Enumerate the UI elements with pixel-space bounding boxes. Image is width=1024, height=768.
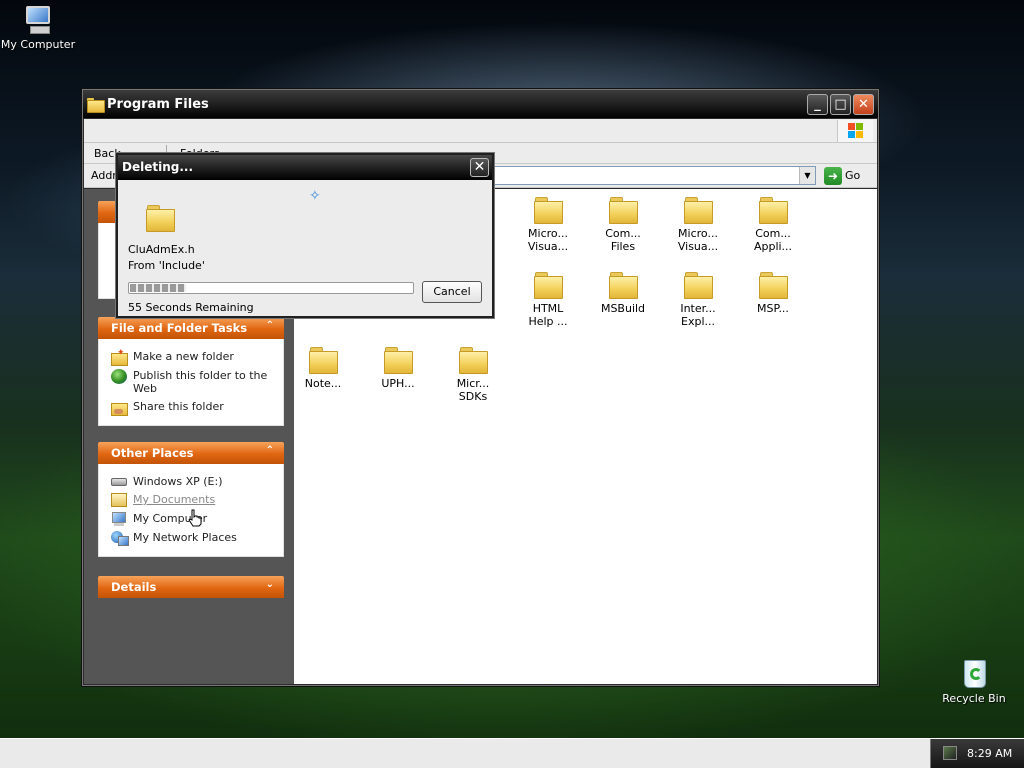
folder-item[interactable]: Note... (288, 347, 358, 390)
deleting-animation-icon: ✧ (309, 188, 321, 204)
window-titlebar[interactable]: Program Files _ □ ✕ (83, 90, 878, 118)
place-label: Windows XP (E:) (133, 475, 223, 488)
task-publish-folder[interactable]: Publish this folder to the Web (111, 369, 283, 395)
dialog-title: Deleting... (122, 160, 194, 174)
go-label: Go (845, 169, 861, 182)
place-label: My Documents (133, 493, 216, 506)
time-remaining-text: 55 Seconds Remaining (128, 301, 254, 314)
folder-icon (309, 347, 338, 374)
windows-flag-icon (848, 123, 864, 139)
folder-item[interactable]: Com... Files (588, 197, 658, 253)
file-folder-tasks-panel: File and Folder Tasks ⌃ Make a new folde… (98, 317, 284, 426)
panel-header[interactable]: Other Places ⌃ (98, 442, 284, 464)
folder-icon (609, 197, 638, 224)
folder-item[interactable]: Inter... Expl... (663, 272, 733, 328)
folder-icon (684, 197, 713, 224)
windows-logo (837, 120, 873, 142)
folder-item[interactable]: UPH... (363, 347, 433, 390)
tray-app-icon[interactable] (943, 746, 957, 760)
folder-icon (609, 272, 638, 299)
folder-icon (534, 272, 563, 299)
menu-bar (84, 119, 877, 143)
details-panel: Details ⌄ (98, 576, 284, 598)
expand-chevron-icon[interactable]: ⌄ (266, 579, 274, 590)
collapse-chevron-icon[interactable]: ⌃ (266, 445, 274, 456)
folder-icon (459, 347, 488, 374)
folder-item[interactable]: Com... Appli... (738, 197, 808, 253)
place-windows-xp-drive[interactable]: Windows XP (E:) (111, 475, 283, 488)
folder-icon (87, 97, 105, 113)
task-make-new-folder[interactable]: Make a new folder (111, 347, 283, 366)
folder-icon (684, 272, 713, 299)
network-places-icon (111, 531, 129, 546)
system-tray: 8:29 AM (930, 739, 1024, 768)
globe-icon (111, 369, 127, 384)
panel-title: File and Folder Tasks (111, 321, 248, 335)
place-label: My Network Places (133, 531, 237, 544)
my-documents-icon (111, 493, 127, 507)
other-places-panel: Other Places ⌃ Windows XP (E:) My Docume… (98, 442, 284, 557)
panel-header[interactable]: Details ⌄ (98, 576, 284, 598)
folder-item[interactable]: Micro... Visua... (513, 197, 583, 253)
deleting-source-text: From 'Include' (128, 259, 205, 272)
taskbar-clock[interactable]: 8:29 AM (967, 747, 1012, 760)
window-title: Program Files (107, 96, 209, 112)
folder-item[interactable]: Micr... SDKs (438, 347, 508, 403)
task-label: Make a new folder (133, 350, 234, 363)
taskbar: 8:29 AM (0, 738, 1024, 768)
new-folder-icon (111, 347, 128, 366)
close-button[interactable]: ✕ (853, 94, 874, 115)
folder-item[interactable]: Micro... Visua... (663, 197, 733, 253)
collapse-chevron-icon[interactable]: ⌃ (266, 320, 274, 331)
go-button[interactable]: ➜ Go (824, 166, 860, 185)
progress-fill (130, 284, 187, 292)
folder-icon (759, 197, 788, 224)
task-share-folder[interactable]: Share this folder (111, 400, 283, 416)
hand-cursor-icon (188, 509, 202, 527)
chevron-down-icon[interactable]: ▼ (799, 167, 815, 184)
cancel-button[interactable]: Cancel (422, 281, 482, 303)
panel-body: Make a new folder Publish this folder to… (98, 339, 284, 426)
deleting-file-name: CluAdmEx.h (128, 243, 195, 256)
panel-title: Other Places (111, 446, 194, 460)
folder-item[interactable]: HTML Help ... (513, 272, 583, 328)
maximize-button[interactable]: □ (830, 94, 851, 115)
my-computer-icon (111, 512, 127, 526)
task-label: Publish this folder to the Web (133, 369, 268, 395)
folder-item[interactable]: MSBuild (588, 272, 658, 315)
place-my-documents[interactable]: My Documents (111, 493, 283, 507)
desktop-icon-label: Recycle Bin (942, 692, 1006, 705)
dialog-close-button[interactable]: ✕ (470, 158, 489, 177)
source-folder-icon (146, 205, 175, 232)
folder-icon (534, 197, 563, 224)
folder-item[interactable]: MSP... (738, 272, 808, 315)
my-computer-icon (22, 4, 54, 36)
drive-icon (111, 478, 127, 486)
desktop-icon-my-computer[interactable]: My Computer (0, 4, 78, 51)
dialog-titlebar[interactable]: Deleting... ✕ (118, 155, 492, 180)
folder-icon (759, 272, 788, 299)
desktop-icon-label: My Computer (0, 38, 76, 51)
desktop-icon-recycle-bin[interactable]: Recycle Bin (934, 656, 1014, 705)
panel-header[interactable]: File and Folder Tasks ⌃ (98, 317, 284, 339)
share-folder-icon (111, 400, 128, 416)
place-my-network-places[interactable]: My Network Places (111, 531, 283, 546)
folder-icon (384, 347, 413, 374)
recycle-bin-icon (958, 656, 990, 690)
panel-title: Details (111, 580, 157, 594)
deleting-progress-dialog: Deleting... ✕ ✧ CluAdmEx.h From 'Include… (116, 153, 494, 318)
minimize-button[interactable]: _ (807, 94, 828, 115)
progress-bar (128, 282, 414, 294)
go-arrow-icon: ➜ (824, 166, 842, 185)
task-label: Share this folder (133, 400, 224, 413)
